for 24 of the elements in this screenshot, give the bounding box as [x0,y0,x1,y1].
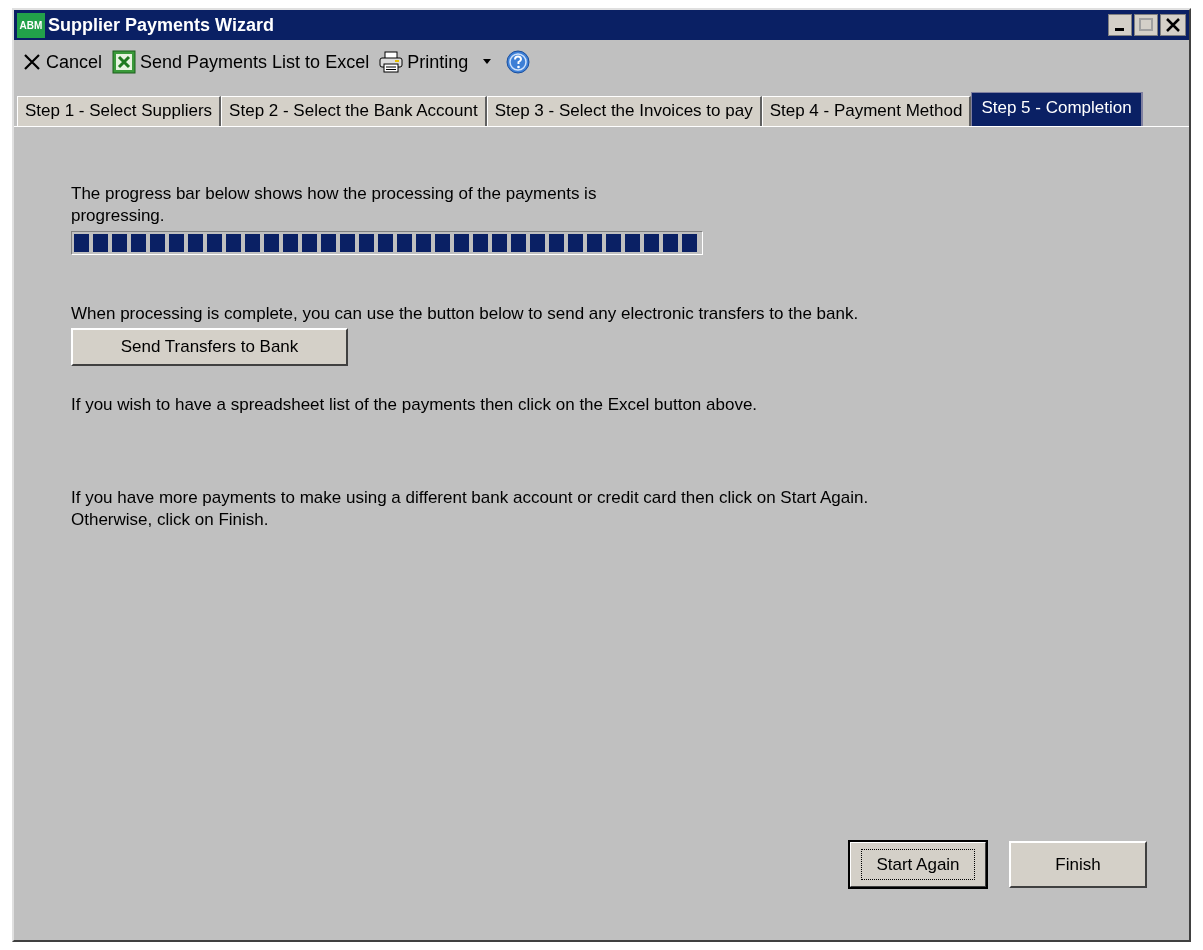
minimize-button[interactable] [1108,14,1132,36]
wizard-tab[interactable]: Step 5 - Completion [971,92,1143,126]
close-icon [22,52,42,72]
cancel-button[interactable]: Cancel [22,51,103,73]
wizard-tab[interactable]: Step 3 - Select the Invoices to pay [486,96,762,126]
instruction-text: If you have more payments to make using a different bank account or credit card then click on Start Again. Otherwise, click on Finish. [71,487,870,531]
wizard-tab[interactable]: Step 2 - Select the Bank Account [221,96,487,126]
instruction-text: If you wish to have a spreadsheet list of the payments then click on the Excel button above. [71,394,759,416]
printing-button[interactable]: Printing [379,51,469,73]
help-icon[interactable] [506,50,531,74]
send-transfers-button[interactable]: Send Transfers to Bank [71,328,348,366]
wizard-tab[interactable]: Step 4 - Payment Method [761,96,972,126]
wizard-tab[interactable]: Step 1 - Select Suppliers [17,96,222,126]
instruction-text: When processing is complete, you can use the button below to send any electronic transfers to the bank. [71,303,860,325]
spreadsheet-icon [112,50,137,74]
dropdown-arrow-icon[interactable] [482,59,493,65]
finish-button[interactable]: Finish [1009,841,1147,888]
window-title: Supplier Payments Wizard [48,14,275,36]
close-button[interactable] [1160,14,1186,36]
app-logo: ABM [17,12,45,38]
printer-icon [379,51,404,73]
excel-button[interactable]: Send Payments List to Excel [112,50,370,74]
instruction-text: The progress bar below shows how the processing of the payments is progressing. [71,183,598,227]
start-again-button[interactable]: Start Again [849,841,987,888]
